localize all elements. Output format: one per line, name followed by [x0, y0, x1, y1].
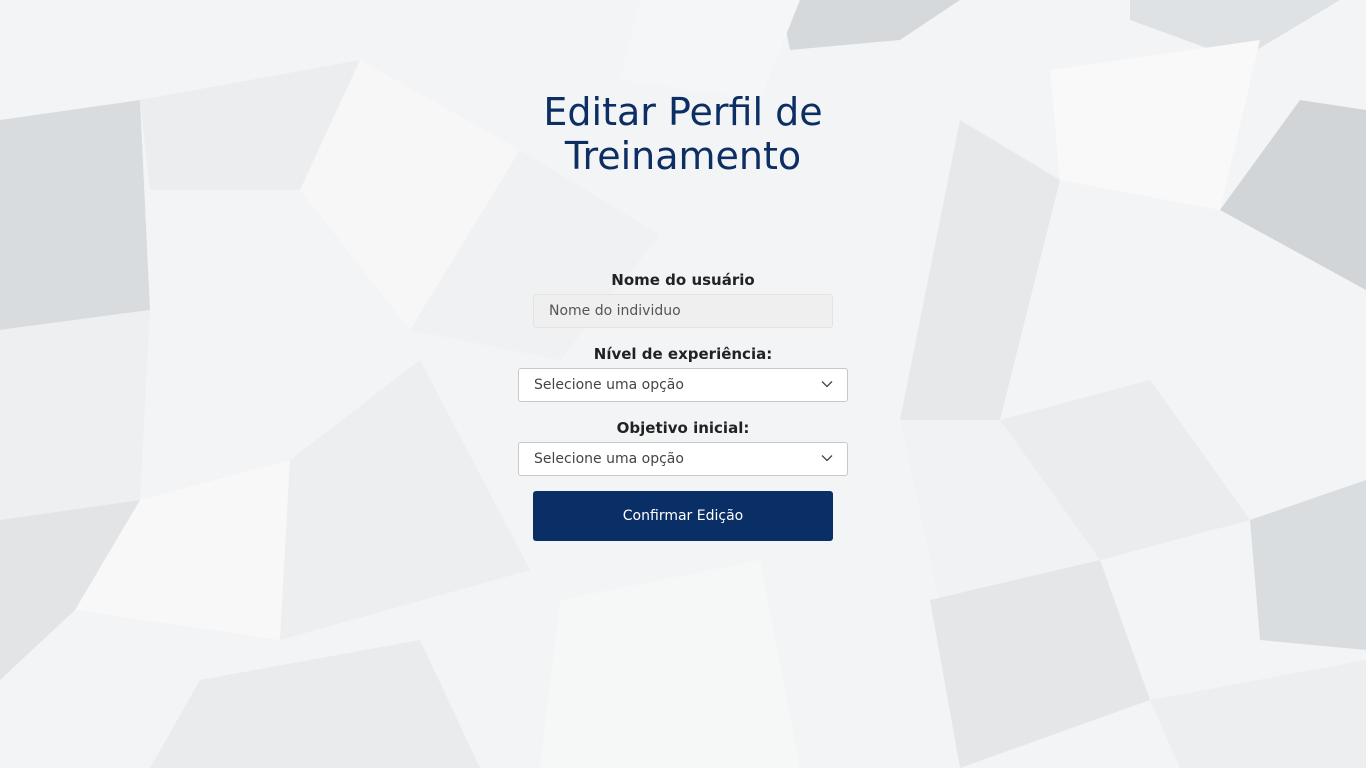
experience-level-label: Nível de experiência: [593, 345, 773, 363]
experience-level-select[interactable]: Selecione uma opção [518, 368, 848, 402]
chevron-down-icon [821, 455, 833, 462]
initial-goal-selected-value: Selecione uma opção [534, 451, 684, 467]
username-input[interactable] [533, 294, 833, 328]
username-label: Nome do usuário [611, 271, 755, 289]
initial-goal-label: Objetivo inicial: [616, 419, 750, 437]
page-title: Editar Perfil de Treinamento [543, 90, 823, 178]
experience-level-selected-value: Selecione uma opção [534, 377, 684, 393]
edit-profile-page: Editar Perfil de Treinamento Nome do usu… [0, 0, 1366, 768]
initial-goal-select[interactable]: Selecione uma opção [518, 442, 848, 476]
chevron-down-icon [821, 381, 833, 388]
confirm-edit-button[interactable]: Confirmar Edição [533, 491, 833, 541]
